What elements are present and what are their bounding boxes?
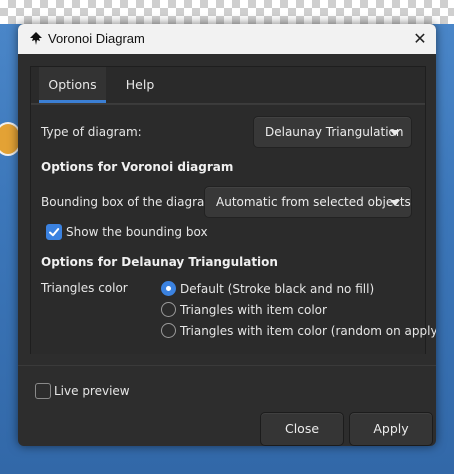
checkmark-icon — [49, 228, 60, 237]
tab-bar: Options Help — [31, 67, 425, 104]
close-icon[interactable]: ✕ — [408, 27, 432, 51]
live-preview-checkbox[interactable] — [35, 383, 51, 399]
live-preview-label: Live preview — [54, 384, 130, 398]
inkscape-icon — [30, 32, 42, 45]
bounding-box-label: Bounding box of the diagram: — [41, 195, 221, 209]
radio-item-color-random[interactable] — [161, 323, 176, 338]
radio-item-color-label: Triangles with item color — [180, 303, 327, 317]
apply-button[interactable]: Apply — [349, 412, 433, 446]
voronoi-dialog: Voronoi Diagram ✕ Options Help Type of d… — [18, 24, 436, 446]
options-notebook: Options Help Type of diagram: Delaunay T… — [30, 66, 436, 354]
divider — [18, 365, 436, 366]
options-panel: Type of diagram: Delaunay Triangulation … — [31, 104, 436, 354]
voronoi-options-heading: Options for Voronoi diagram — [41, 160, 234, 174]
type-of-diagram-label: Type of diagram: — [41, 125, 142, 139]
triangles-color-label: Triangles color — [41, 281, 128, 295]
radio-default-color-label: Default (Stroke black and no fill) — [180, 282, 375, 296]
radio-item-color-random-label: Triangles with item color (random on app… — [180, 324, 436, 338]
tab-help[interactable]: Help — [115, 67, 165, 103]
show-bounding-box-checkbox[interactable] — [46, 224, 62, 240]
type-of-diagram-value: Delaunay Triangulation — [265, 125, 404, 139]
window-title: Voronoi Diagram — [48, 31, 145, 46]
bounding-box-select[interactable]: Automatic from selected objects — [204, 186, 412, 218]
type-of-diagram-select[interactable]: Delaunay Triangulation — [253, 116, 412, 148]
title-bar[interactable]: Voronoi Diagram ✕ — [18, 24, 436, 54]
chevron-down-icon — [390, 200, 400, 206]
radio-item-color[interactable] — [161, 302, 176, 317]
transparency-checkerboard — [0, 0, 454, 24]
chevron-down-icon — [390, 130, 400, 136]
delaunay-options-heading: Options for Delaunay Triangulation — [41, 255, 278, 269]
radio-default-color[interactable] — [161, 281, 176, 296]
close-button[interactable]: Close — [260, 412, 344, 446]
tab-options[interactable]: Options — [39, 67, 106, 103]
show-bounding-box-label: Show the bounding box — [66, 225, 208, 239]
bounding-box-value: Automatic from selected objects — [216, 195, 411, 209]
